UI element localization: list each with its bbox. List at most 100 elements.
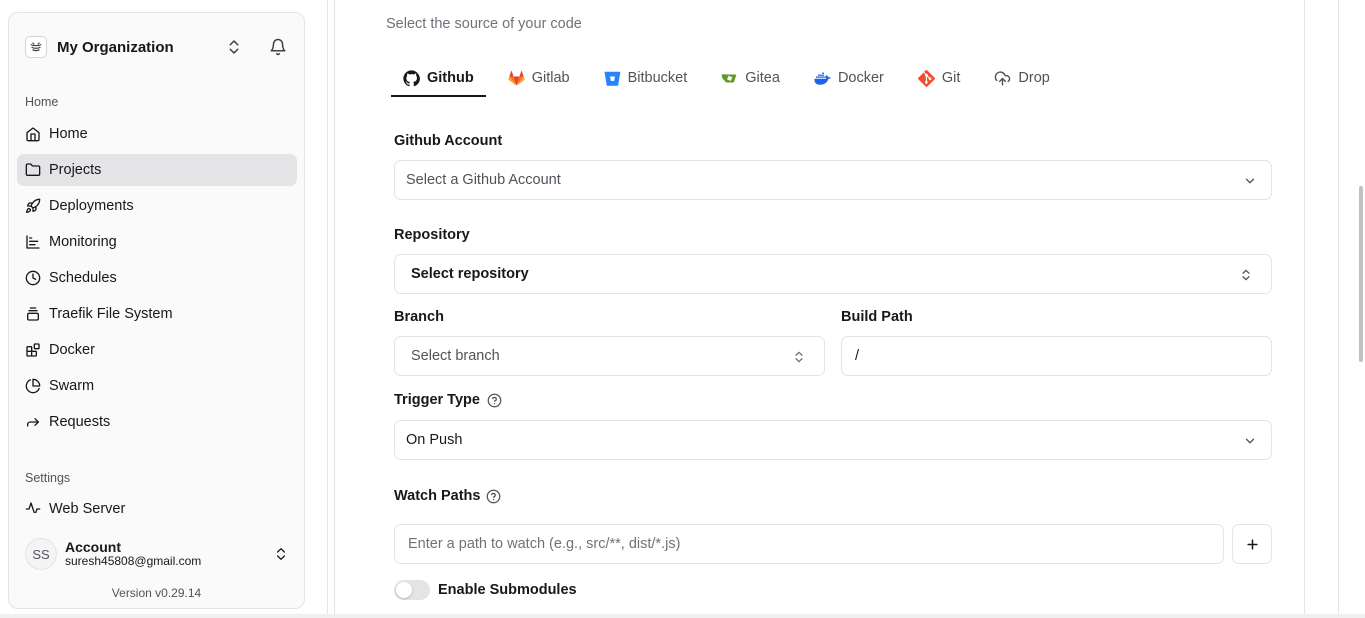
activity-icon: [25, 502, 41, 513]
bottom-edge: [0, 614, 1365, 618]
tab-github[interactable]: Github: [391, 62, 486, 97]
tab-label: Bitbucket: [627, 70, 688, 86]
sidebar-item-label: Deployments: [49, 198, 134, 214]
chevrons-up-down-icon: [1242, 269, 1250, 281]
tab-label: Github: [427, 70, 474, 86]
bell-icon[interactable]: [269, 38, 287, 56]
gitea-icon: [721, 73, 737, 82]
upload-cloud-icon: [995, 70, 1011, 86]
branch-label: Branch: [394, 309, 444, 325]
branch-placeholder: Select branch: [411, 348, 500, 364]
clock-icon: [25, 270, 41, 286]
github-account-placeholder: Select a Github Account: [406, 172, 561, 188]
group-label-settings: Settings: [25, 471, 71, 485]
plus-icon: [1246, 538, 1258, 550]
repository-label: Repository: [394, 227, 470, 243]
tab-label: Gitea: [745, 70, 780, 86]
blocks-icon: [26, 343, 40, 357]
tab-gitlab[interactable]: Gitlab: [496, 62, 582, 94]
add-watch-path-button[interactable]: [1232, 524, 1272, 564]
version-label: Version v0.29.14: [111, 586, 202, 600]
bitbucket-icon: [604, 71, 620, 86]
account-email: suresh45808@gmail.com: [65, 554, 202, 569]
sidebar-item-home[interactable]: Home: [17, 118, 297, 150]
help-circle-icon[interactable]: [487, 393, 502, 408]
tab-docker[interactable]: Docker: [802, 62, 896, 94]
sidebar-item-label: Home: [49, 126, 88, 142]
trigger-type-value: On Push: [406, 432, 463, 448]
repository-value: Select repository: [411, 266, 529, 282]
tab-git[interactable]: Git: [906, 62, 973, 94]
tab-label: Drop: [1018, 70, 1050, 86]
docker-icon: [814, 71, 831, 85]
sidebar-item-label: Traefik File System: [49, 306, 173, 322]
trigger-type-select[interactable]: On Push: [394, 420, 1272, 460]
tab-label: Git: [941, 70, 961, 86]
chart-icon: [26, 235, 40, 249]
rocket-icon: [26, 198, 41, 213]
sidebar-item-monitoring[interactable]: Monitoring: [17, 226, 297, 258]
sidebar-item-label: Projects: [49, 162, 102, 178]
pie-chart-icon: [25, 378, 41, 394]
forward-arrow-icon: [27, 418, 39, 427]
build-path-label: Build Path: [841, 309, 913, 325]
watch-paths-label: Watch Paths: [394, 488, 481, 504]
github-account-select[interactable]: Select a Github Account: [394, 160, 1272, 200]
sidebar-item-schedules[interactable]: Schedules: [17, 262, 297, 294]
account-name: Account: [65, 539, 121, 556]
watch-paths-placeholder: Enter a path to watch (e.g., src/**, dis…: [408, 536, 681, 552]
sidebar-scroll-clip: Web Server: [9, 497, 304, 513]
submodules-switch[interactable]: [394, 580, 430, 600]
sidebar-item-web-server[interactable]: Web Server: [17, 497, 297, 513]
github-account-label: Github Account: [394, 133, 503, 149]
sidebar-item-requests[interactable]: Requests: [17, 406, 297, 438]
organization-logo: [25, 36, 47, 58]
trigger-type-label: Trigger Type: [394, 392, 480, 408]
tab-gitea[interactable]: Gitea: [709, 62, 792, 94]
gitlab-icon: [508, 70, 525, 86]
chevrons-up-down-icon: [795, 351, 803, 363]
sidebar-item-label: Schedules: [49, 270, 117, 286]
chevrons-up-down-icon[interactable]: [273, 546, 289, 562]
chevron-down-icon: [1245, 178, 1255, 184]
switch-knob: [396, 582, 412, 598]
sidebar-item-deployments[interactable]: Deployments: [17, 190, 297, 222]
avatar: SS: [25, 538, 57, 570]
watch-paths-input[interactable]: Enter a path to watch (e.g., src/**, dis…: [394, 524, 1224, 564]
tab-drop[interactable]: Drop: [982, 62, 1061, 94]
tab-bitbucket[interactable]: Bitbucket: [592, 62, 700, 94]
sidebar-item-projects[interactable]: Projects: [17, 154, 297, 186]
sidebar-item-label: Monitoring: [49, 234, 117, 250]
tab-label: Gitlab: [531, 70, 570, 86]
folder-icon: [25, 163, 41, 176]
source-tabs: Github Gitlab Bitbucket Gitea Docker Git…: [391, 62, 1072, 98]
sidebar-item-swarm[interactable]: Swarm: [17, 370, 297, 402]
chevron-down-icon: [1245, 438, 1255, 444]
repository-combobox[interactable]: Select repository: [394, 254, 1272, 294]
sidebar-item-label: Web Server: [49, 501, 126, 513]
help-circle-icon[interactable]: [486, 489, 501, 504]
chevrons-up-down-icon[interactable]: [225, 38, 243, 56]
build-path-input[interactable]: /: [841, 336, 1272, 376]
app-root: My Organization Home Home Projects Deplo…: [0, 0, 1365, 618]
build-path-value: /: [855, 348, 860, 364]
github-icon: [403, 69, 420, 86]
organization-switcher[interactable]: My Organization: [25, 33, 289, 61]
sidebar-item-label: Swarm: [49, 378, 95, 394]
group-label-home: Home: [25, 95, 59, 109]
home-icon: [26, 127, 40, 142]
account-menu[interactable]: SS Account suresh45808@gmail.com: [25, 535, 289, 573]
tab-label: Docker: [837, 70, 884, 86]
sidebar-item-docker[interactable]: Docker: [17, 334, 297, 366]
organization-name: My Organization: [57, 38, 174, 56]
sidebar-item-label: Requests: [49, 414, 111, 430]
git-icon: [917, 69, 935, 87]
sidebar-item-traefik-file-system[interactable]: Traefik File System: [17, 298, 297, 330]
card-description: Select the source of your code: [386, 16, 582, 32]
branch-combobox[interactable]: Select branch: [394, 336, 825, 376]
scrollbar-thumb[interactable]: [1359, 186, 1363, 362]
sidebar: My Organization Home Home Projects Deplo…: [8, 12, 305, 609]
sidebar-item-label: Docker: [49, 342, 95, 358]
submodules-label: Enable Submodules: [438, 582, 577, 598]
account-text: Account suresh45808@gmail.com: [65, 539, 201, 569]
